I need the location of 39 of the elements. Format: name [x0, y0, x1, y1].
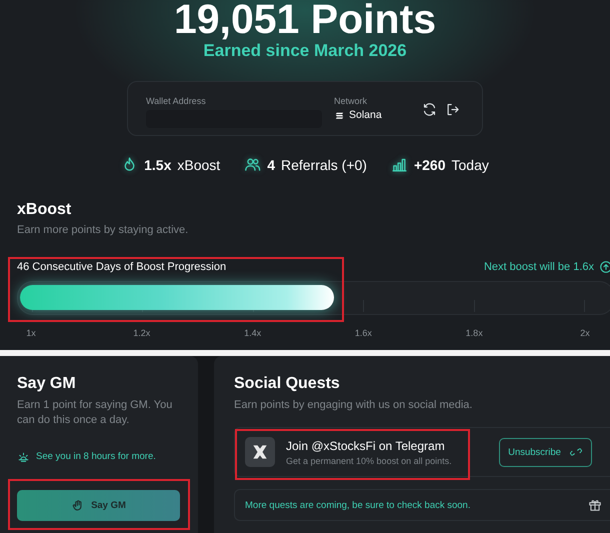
- tick-label: 1.4x: [244, 328, 262, 338]
- quest-logo-icon: [245, 437, 275, 467]
- sunrise-icon: [17, 450, 30, 463]
- card-description: Earn 1 point for saying GM. You can do this once a day.: [17, 398, 174, 428]
- section-subtitle: Earn more points by staying active.: [17, 224, 190, 236]
- stat-label: Today: [452, 156, 489, 172]
- field-label: Wallet Address: [146, 96, 207, 106]
- card-title: Social Quests: [234, 375, 341, 393]
- tick-label: 1.6x: [354, 328, 372, 338]
- points-subtitle: Earned since March 2026: [203, 41, 407, 61]
- section-title: xBoost: [17, 201, 72, 219]
- cooldown-text: See you in 8 hours for more.: [36, 451, 156, 462]
- field-label: Network: [334, 96, 368, 106]
- points-total: 19,051 Points: [174, 0, 436, 40]
- bar-chart-icon: [390, 156, 408, 173]
- stat-value: +260: [414, 156, 446, 172]
- logout-icon[interactable]: [445, 102, 460, 117]
- tick-label: 2x: [580, 328, 590, 338]
- people-icon: [244, 156, 262, 173]
- quest-description: Get a permanent 10% boost on all points.: [286, 456, 453, 466]
- refresh-icon[interactable]: [422, 102, 437, 117]
- stat-value: 1.5x: [144, 156, 172, 172]
- stat-value: 4: [267, 156, 275, 172]
- stat-label: xBoost: [177, 156, 220, 172]
- unsubscribe-button[interactable]: Unsubscribe: [499, 438, 592, 466]
- notice-text: More quests are coming, be sure to check back soon.: [245, 500, 470, 510]
- say-gm-button[interactable]: Say GM: [17, 490, 180, 521]
- gift-icon: [588, 498, 602, 512]
- card-title: Say GM: [17, 375, 77, 393]
- network-name: Solana: [349, 109, 382, 121]
- progress-label: 46 Consecutive Days of Boost Progression: [17, 261, 226, 273]
- up-arrow-icon: [599, 260, 610, 274]
- tick-label: 1x: [26, 328, 36, 338]
- next-boost-text: Next boost will be 1.6x: [484, 261, 594, 273]
- card-description: Earn points by engaging with us on social media.: [234, 398, 474, 413]
- tick-label: 1.8x: [466, 328, 483, 338]
- stat-label: Referrals (+0): [280, 156, 367, 172]
- tick-label: 1.2x: [133, 328, 150, 338]
- quest-title: Join @xStocksFi on Telegram: [286, 438, 446, 452]
